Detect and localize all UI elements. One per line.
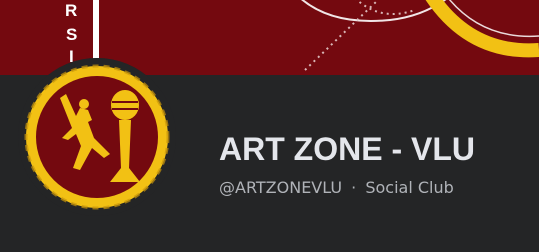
svg-text:R: R: [65, 1, 77, 20]
dancer-microphone-logo-icon: [18, 58, 176, 216]
profile-avatar[interactable]: [18, 58, 176, 216]
svg-text:S: S: [66, 25, 77, 44]
page-name[interactable]: ART ZONE - VLU: [219, 130, 475, 168]
page-meta: @ARTZONEVLU · Social Club: [219, 177, 454, 199]
page-handle[interactable]: @ARTZONEVLU: [219, 178, 342, 197]
page-header: R S I ART ZONE - VLU @ARTZONEVLU · Socia…: [0, 0, 539, 252]
page-category[interactable]: Social Club: [365, 178, 453, 197]
meta-separator: ·: [351, 178, 357, 197]
